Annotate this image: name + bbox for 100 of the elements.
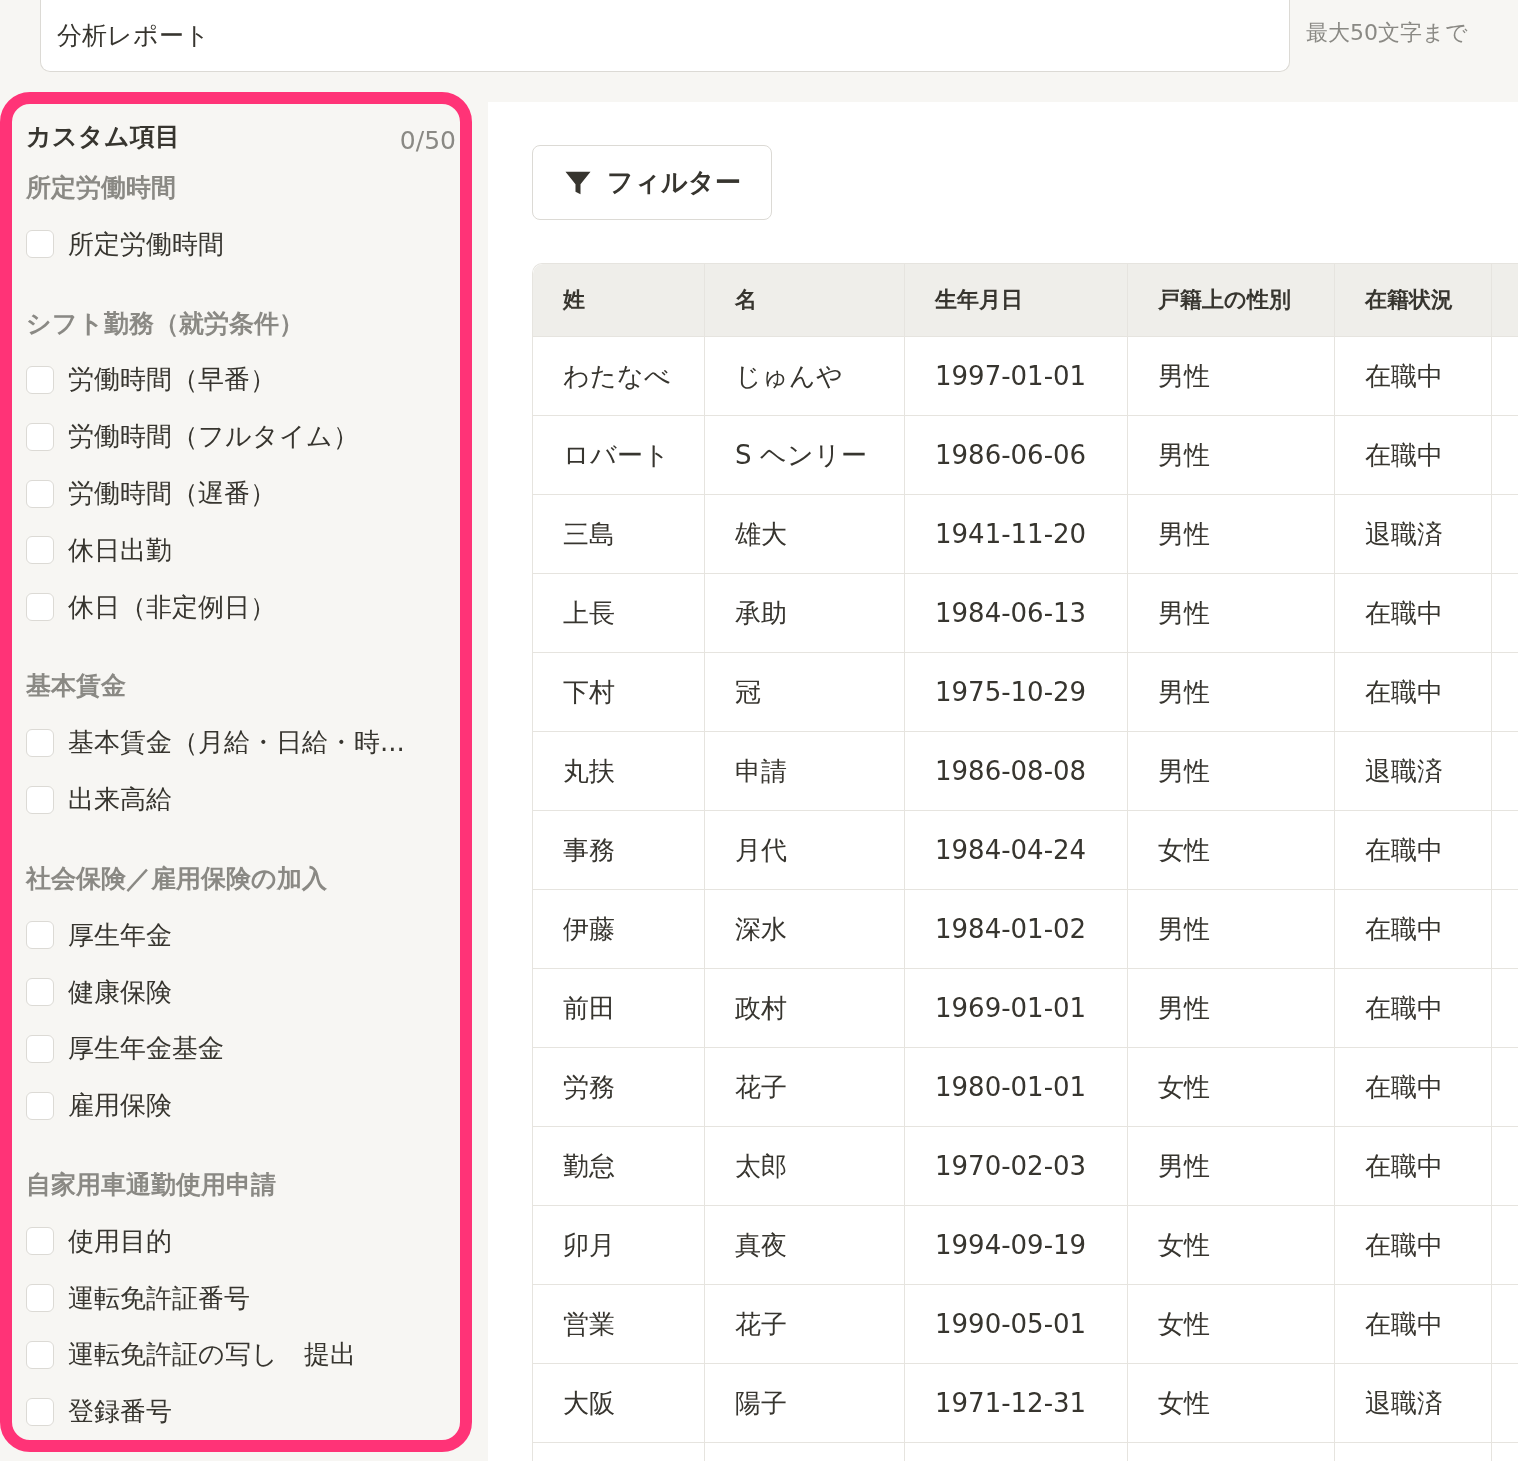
- table-cell: 冠: [705, 652, 905, 731]
- table-cell: 男性: [1128, 731, 1335, 810]
- table-cell: 1971-12-31: [905, 1363, 1128, 1442]
- table-cell: 在職中: [1335, 810, 1492, 889]
- table-cell: 1986-06-06: [905, 415, 1128, 494]
- table-cell: 太郎: [705, 1126, 905, 1205]
- table-cell: 花子: [705, 1047, 905, 1126]
- checkbox-label: 基本賃金（月給・日給・時...: [68, 726, 405, 760]
- report-name-field[interactable]: 分析レポート: [40, 0, 1290, 72]
- table-cell: 1984-04-24: [905, 810, 1128, 889]
- column-header[interactable]: 姓: [533, 264, 705, 336]
- checkbox[interactable]: [26, 230, 54, 259]
- table-cell: 退職済: [1335, 494, 1492, 573]
- char-limit-note: 最大50文字まで: [1306, 19, 1468, 47]
- checkbox[interactable]: [26, 785, 54, 814]
- checkbox-label: 所定労働時間: [68, 227, 224, 261]
- checkbox[interactable]: [26, 365, 54, 394]
- table-cell: 前田: [533, 968, 705, 1047]
- table-cell: 在職中: [1335, 1047, 1492, 1126]
- checkbox[interactable]: [26, 479, 54, 508]
- table-cell: 女性: [1128, 810, 1335, 889]
- table-cell: 男性: [1128, 573, 1335, 652]
- column-header[interactable]: 戸籍上の性別: [1128, 264, 1335, 336]
- checkbox-label: 休日出勤: [68, 533, 172, 567]
- table-cell: 営業: [533, 1284, 705, 1363]
- column-header[interactable]: 在籍状況: [1335, 264, 1492, 336]
- table-cell: 1986-08-08: [905, 731, 1128, 810]
- table-cell: 丸扶: [533, 731, 705, 810]
- table-cell: 1984-01-02: [905, 889, 1128, 968]
- table-cell: 女性: [1128, 1047, 1335, 1126]
- table-cell: 月代: [705, 810, 905, 889]
- table-cell: 在職中: [1335, 336, 1492, 415]
- table-cell: 男性: [1128, 1126, 1335, 1205]
- table-cell: 1941-11-20: [905, 494, 1128, 573]
- column-header[interactable]: 生年月日: [905, 264, 1128, 336]
- table-cell: ロバート: [533, 415, 705, 494]
- checkbox[interactable]: [26, 1227, 54, 1256]
- checkbox-label: 労働時間（遅番）: [68, 477, 276, 510]
- checkbox[interactable]: [26, 728, 54, 757]
- checkbox[interactable]: [26, 1091, 54, 1120]
- checkbox-label: 厚生年金基金: [68, 1032, 224, 1066]
- group-heading: 所定労働時間: [26, 171, 177, 204]
- checkbox-label: 休日（非定例日）: [68, 590, 276, 624]
- checkbox-label: 厚生年金: [68, 918, 172, 952]
- checkbox-label: 労働時間（フルタイム）: [68, 420, 359, 454]
- table-cell: 三島: [533, 494, 705, 573]
- table-cell: 退職済: [1335, 1363, 1492, 1442]
- filter-button[interactable]: フィルター: [532, 145, 772, 220]
- table-cell: 陽子: [705, 1363, 905, 1442]
- table-cell: 在職中: [1335, 415, 1492, 494]
- table-cell: 大阪: [533, 1363, 705, 1442]
- column-header[interactable]: 名: [705, 264, 905, 336]
- table-cell: 上長: [533, 573, 705, 652]
- table-cell: 男性: [1128, 652, 1335, 731]
- table-cell: 下村: [533, 652, 705, 731]
- table-cell: 真夜: [705, 1205, 905, 1284]
- table-cell: 伊藤: [533, 889, 705, 968]
- table-cell: 女性: [1128, 1284, 1335, 1363]
- table-cell: 女性: [1128, 1363, 1335, 1442]
- checkbox[interactable]: [26, 1340, 54, 1369]
- table-cell: 勤怠: [533, 1126, 705, 1205]
- table-cell: 男性: [1128, 415, 1335, 494]
- table-cell: 深水: [705, 889, 905, 968]
- table-cell: 在職中: [1335, 573, 1492, 652]
- checkbox-label: 運転免許証の写し 提出: [68, 1338, 356, 1372]
- table-cell: 労務: [533, 1047, 705, 1126]
- table-cell: 1994-09-19: [905, 1205, 1128, 1284]
- checkbox[interactable]: [26, 978, 54, 1006]
- checkbox[interactable]: [26, 1284, 54, 1313]
- table-cell: 卯月: [533, 1205, 705, 1284]
- checkbox-label: 使用目的: [68, 1224, 172, 1258]
- table-cell: 在職中: [1335, 1205, 1492, 1284]
- table-cell: 退職済: [1335, 731, 1492, 810]
- checkbox[interactable]: [26, 422, 54, 451]
- group-heading: シフト勤務（就労条件）: [26, 307, 305, 340]
- table-cell: 男性: [1128, 494, 1335, 573]
- checkbox-label: 労働時間（早番）: [68, 363, 276, 397]
- group-heading: 自家用車通勤使用申請: [26, 1168, 277, 1201]
- checkbox[interactable]: [26, 536, 54, 565]
- checkbox[interactable]: [26, 1034, 54, 1063]
- selected-count: 0/50: [399, 126, 456, 155]
- group-heading: 社会保険／雇用保険の加入: [26, 862, 328, 895]
- table-cell: 花子: [705, 1284, 905, 1363]
- table-cell: 在職中: [1335, 968, 1492, 1047]
- checkbox[interactable]: [26, 921, 54, 950]
- checkbox[interactable]: [26, 593, 54, 622]
- table-cell: 女性: [1128, 1205, 1335, 1284]
- checkbox[interactable]: [26, 1397, 54, 1426]
- table-cell: 雄大: [705, 494, 905, 573]
- table-cell: 在職中: [1335, 889, 1492, 968]
- checkbox-label: 出来高給: [68, 783, 172, 817]
- table-cell: じゅんや: [705, 336, 905, 415]
- table-cell: 1969-01-01: [905, 968, 1128, 1047]
- table-cell: 1970-02-03: [905, 1126, 1128, 1205]
- checkbox-label: 雇用保険: [68, 1089, 172, 1123]
- table-cell: 承助: [705, 573, 905, 652]
- table-cell: 事務: [533, 810, 705, 889]
- group-heading: 基本賃金: [26, 670, 127, 703]
- table-cell: わたなべ: [533, 336, 705, 415]
- table-cell: 1997-01-01: [905, 336, 1128, 415]
